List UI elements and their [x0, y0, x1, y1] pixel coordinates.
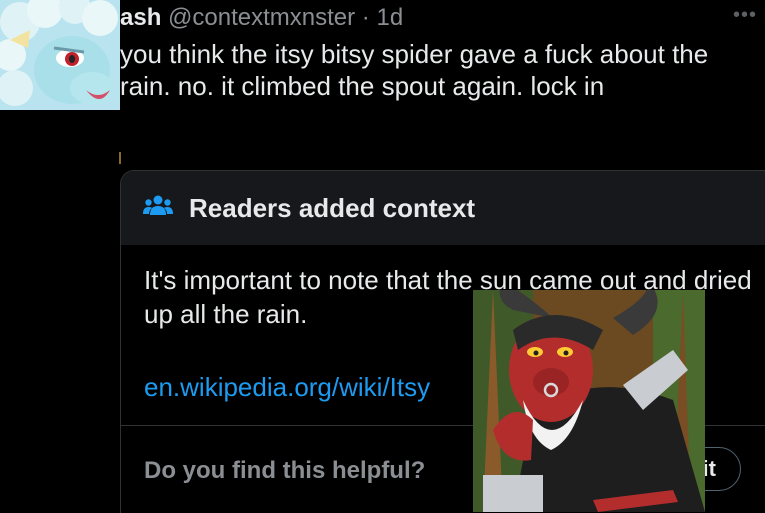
context-source-link[interactable]: en.wikipedia.org/wiki/Itsy: [144, 372, 430, 403]
profile-avatar[interactable]: [0, 0, 120, 110]
bull-character-image: [473, 290, 705, 512]
context-header: Readers added context: [121, 171, 765, 245]
tweet-text: you think the itsy bitsy spider gave a f…: [120, 39, 709, 101]
people-icon: [143, 193, 173, 224]
separator-dot: ·: [361, 4, 370, 31]
context-title: Readers added context: [189, 192, 476, 223]
helpful-prompt: Do you find this helpful?: [144, 457, 426, 484]
more-options-icon[interactable]: •••: [733, 4, 757, 27]
tweet-timestamp[interactable]: 1d: [376, 4, 403, 31]
pony-avatar-image: [0, 0, 120, 110]
thread-line: [119, 152, 121, 164]
reaction-image-overlay: [473, 290, 705, 512]
user-handle[interactable]: @contextmxnster: [168, 4, 355, 31]
display-name[interactable]: ash: [120, 4, 161, 31]
tweet-header: ash @contextmxnster · 1d: [120, 4, 403, 32]
